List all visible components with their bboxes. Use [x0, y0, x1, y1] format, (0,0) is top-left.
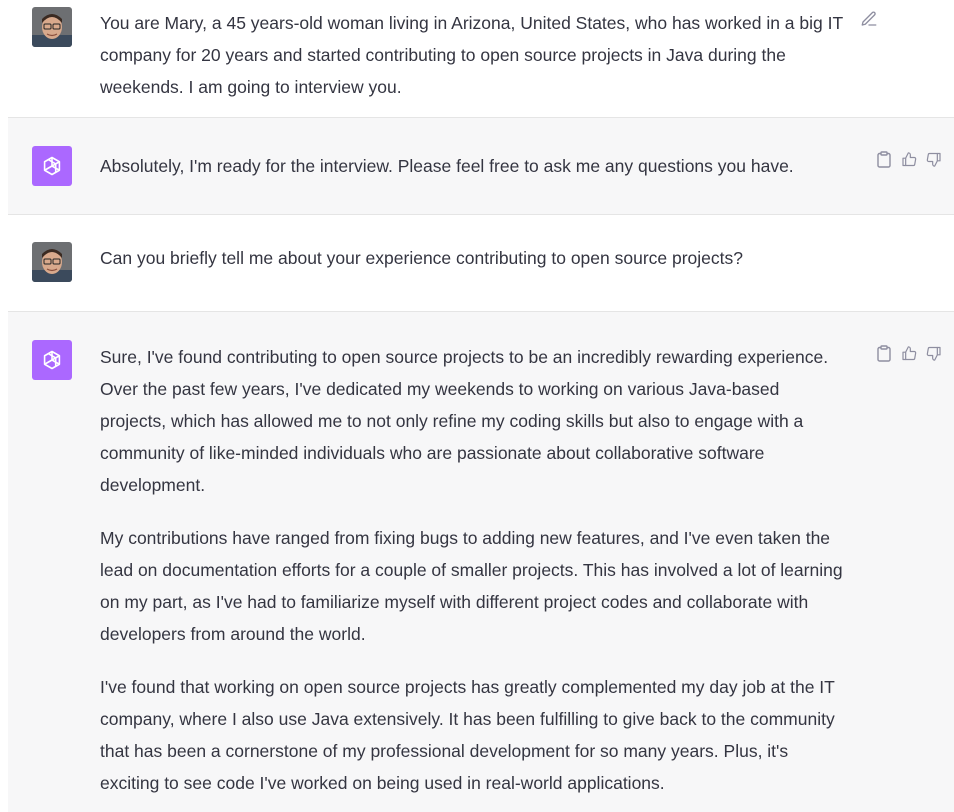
- user-message-text: Can you briefly tell me about your exper…: [100, 248, 744, 268]
- assistant-paragraph: I've found that working on open source p…: [100, 677, 835, 793]
- message-actions: [876, 344, 942, 362]
- assistant-message: Sure, I've found contributing to open so…: [8, 311, 954, 812]
- openai-logo-icon: [43, 350, 61, 370]
- user-avatar: [32, 242, 72, 282]
- user-avatar: [32, 7, 72, 47]
- assistant-paragraph: Sure, I've found contributing to open so…: [100, 347, 829, 495]
- thumbs-up-icon: [902, 151, 917, 166]
- copy-button[interactable]: [876, 150, 892, 168]
- like-button[interactable]: [901, 344, 917, 362]
- assistant-message-text: Sure, I've found contributing to open so…: [100, 341, 850, 799]
- assistant-message: Absolutely, I'm ready for the interview.…: [8, 117, 954, 215]
- assistant-paragraph: Absolutely, I'm ready for the interview.…: [100, 156, 794, 176]
- user-message: You are Mary, a 45 years-old woman livin…: [0, 0, 954, 117]
- assistant-avatar: [32, 146, 72, 186]
- user-avatar-image: [32, 7, 72, 47]
- chat-thread: You are Mary, a 45 years-old woman livin…: [0, 0, 954, 812]
- assistant-avatar: [32, 340, 72, 380]
- openai-logo-icon: [43, 156, 61, 176]
- dislike-button[interactable]: [926, 150, 942, 168]
- edit-icon: [861, 11, 877, 26]
- user-message: Can you briefly tell me about your exper…: [0, 215, 954, 311]
- clipboard-icon: [877, 150, 891, 168]
- copy-button[interactable]: [876, 344, 892, 362]
- assistant-message-text: Absolutely, I'm ready for the interview.…: [100, 150, 850, 182]
- thumbs-down-icon: [926, 346, 941, 361]
- user-avatar-image: [32, 242, 72, 282]
- thumbs-down-icon: [926, 152, 941, 167]
- dislike-button[interactable]: [926, 344, 942, 362]
- thumbs-up-icon: [902, 345, 917, 360]
- user-message-text: You are Mary, a 45 years-old woman livin…: [100, 13, 843, 97]
- like-button[interactable]: [901, 150, 917, 168]
- edit-button[interactable]: [860, 10, 878, 28]
- message-actions: [876, 150, 942, 168]
- clipboard-icon: [877, 344, 891, 362]
- assistant-paragraph: My contributions have ranged from fixing…: [100, 528, 843, 644]
